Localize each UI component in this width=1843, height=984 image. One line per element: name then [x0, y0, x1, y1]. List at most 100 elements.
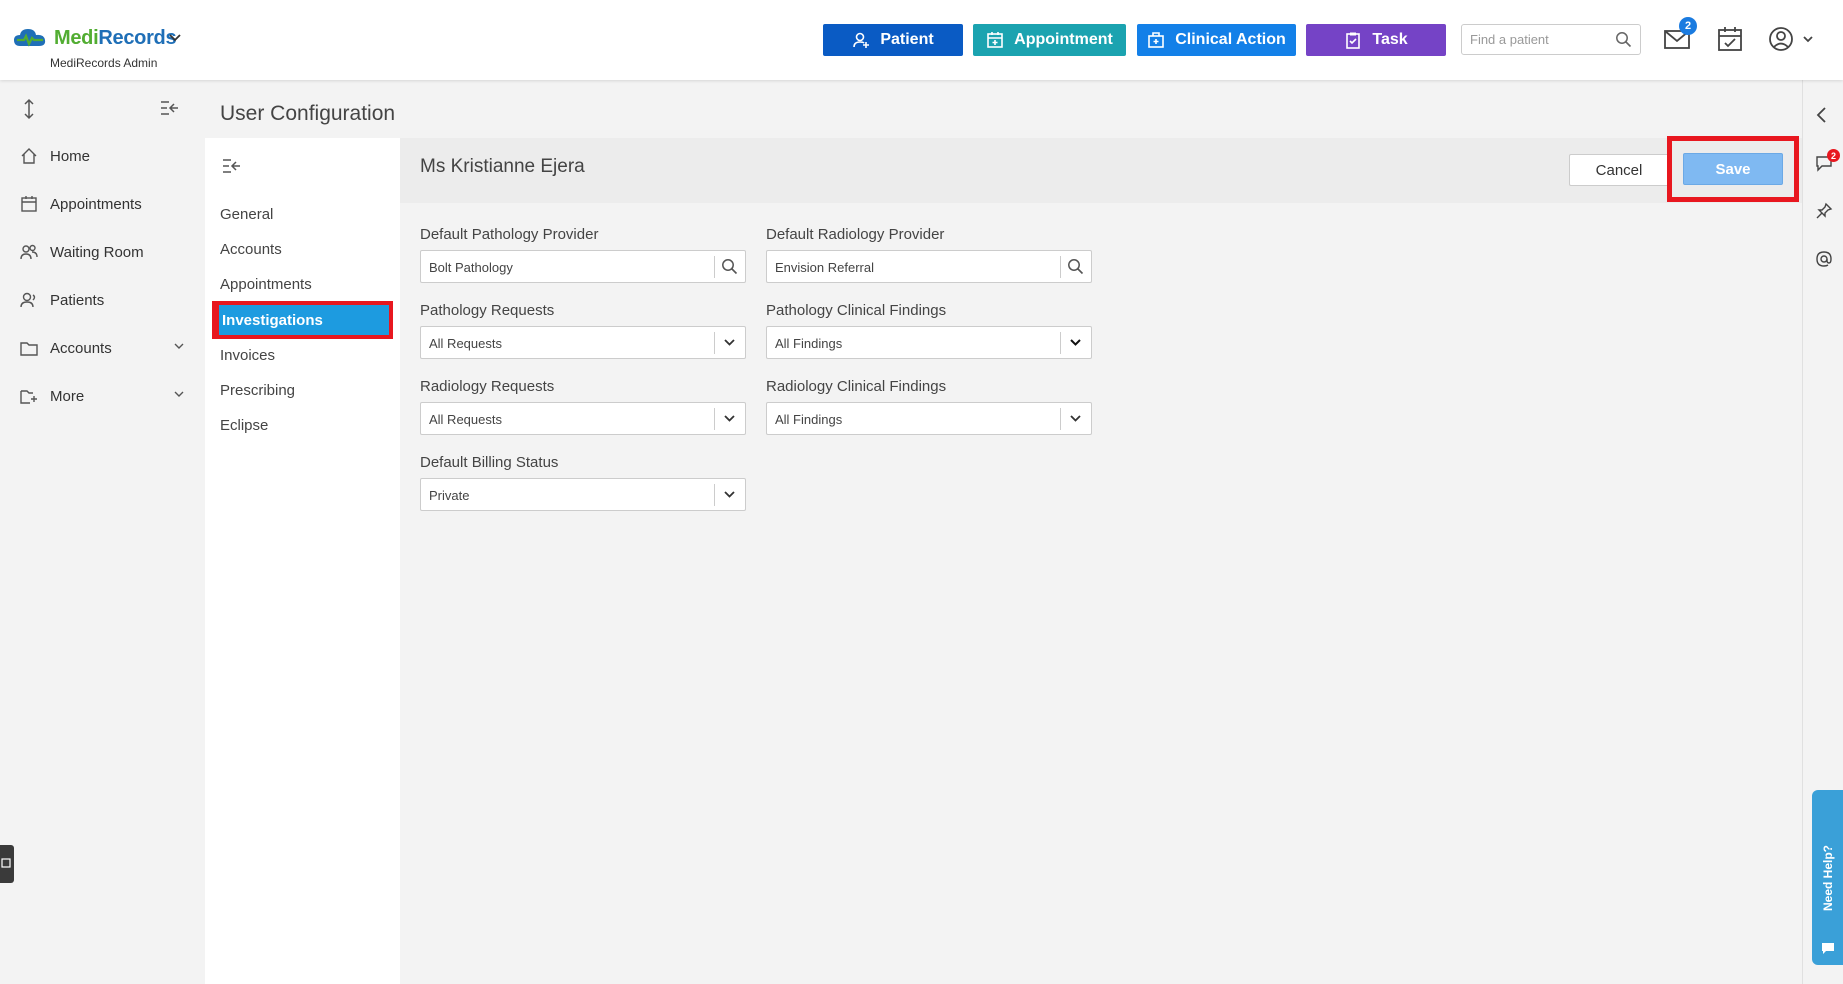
clinical-action-button[interactable]: Clinical Action — [1137, 24, 1296, 56]
config-subnav: General Accounts Appointments Investigat… — [205, 138, 400, 984]
field-value: All Requests — [429, 412, 502, 427]
chevron-down-icon[interactable] — [1069, 414, 1082, 423]
chevron-left-icon[interactable] — [1815, 106, 1829, 124]
window-icon — [1, 858, 11, 868]
subnav-item-label: Investigations — [222, 312, 323, 329]
subnav-item-prescribing[interactable]: Prescribing — [220, 382, 295, 399]
field-label: Radiology Clinical Findings — [766, 378, 947, 395]
left-navigation: Home Appointments Waiting Room Patients … — [0, 80, 200, 984]
nav-item-waiting-room[interactable]: Waiting Room — [20, 238, 185, 266]
divider — [1060, 408, 1061, 430]
pathology-provider-input[interactable]: Bolt Pathology — [420, 250, 746, 283]
user-account-icon[interactable] — [1768, 26, 1794, 52]
divider — [714, 408, 715, 430]
need-help-tab[interactable]: Need Help? — [1812, 790, 1843, 965]
radiology-clinical-findings-field: Radiology Clinical Findings All Findings — [766, 378, 1092, 435]
billing-status-select[interactable]: Private — [420, 478, 746, 511]
cancel-button[interactable]: Cancel — [1569, 154, 1669, 186]
pathology-requests-select[interactable]: All Requests — [420, 326, 746, 359]
chevron-down-icon[interactable] — [1802, 35, 1814, 44]
pathology-requests-field: Pathology Requests All Requests — [420, 302, 746, 359]
person-add-icon — [853, 32, 870, 48]
pathology-clinical-findings-field: Pathology Clinical Findings All Findings — [766, 302, 1092, 359]
pin-icon[interactable] — [1815, 202, 1833, 220]
radiology-requests-select[interactable]: All Requests — [420, 402, 746, 435]
field-value: Private — [429, 488, 470, 503]
default-radiology-provider-field: Default Radiology Provider Envision Refe… — [766, 226, 1092, 283]
task-button[interactable]: Task — [1306, 24, 1446, 56]
nav-item-label: Patients — [50, 291, 105, 309]
brand-logo[interactable]: MediRecords — [12, 26, 177, 50]
default-pathology-provider-field: Default Pathology Provider Bolt Patholog… — [420, 226, 746, 283]
home-icon — [21, 148, 37, 164]
clipboard-icon — [1346, 32, 1361, 49]
subnav-item-general[interactable]: General — [220, 206, 273, 223]
side-drawer-tab[interactable] — [0, 845, 14, 883]
nav-item-home[interactable]: Home — [20, 142, 185, 170]
save-button[interactable]: Save — [1683, 153, 1783, 185]
nav-item-label: Home — [50, 147, 91, 165]
radiology-findings-select[interactable]: All Findings — [766, 402, 1092, 435]
patient-search — [1461, 24, 1641, 55]
users-icon — [20, 244, 38, 260]
patient-button[interactable]: Patient — [823, 24, 963, 56]
nav-item-label: Accounts — [50, 339, 112, 357]
search-input[interactable] — [1462, 25, 1602, 54]
mail-badge: 2 — [1679, 17, 1697, 35]
calendar-plus-icon — [987, 32, 1003, 48]
field-label: Pathology Clinical Findings — [766, 302, 947, 319]
field-label: Default Billing Status — [420, 454, 559, 471]
chevron-down-icon[interactable] — [723, 490, 736, 499]
collapse-menu-icon[interactable] — [160, 100, 180, 116]
search-icon[interactable] — [1615, 31, 1632, 48]
nav-item-more[interactable]: More — [20, 382, 185, 410]
user-name: Ms Kristianne Ejera — [420, 156, 585, 177]
brand-subtitle: MediRecords Admin — [50, 56, 158, 70]
subnav-item-accounts[interactable]: Accounts — [220, 241, 282, 258]
nav-item-appointments[interactable]: Appointments — [20, 190, 185, 218]
save-highlight: Save — [1667, 136, 1799, 202]
divider — [714, 332, 715, 354]
subnav-item-eclipse[interactable]: Eclipse — [220, 417, 268, 434]
cloud-logo-icon — [14, 29, 46, 47]
field-label: Default Pathology Provider — [420, 226, 599, 243]
folder-icon — [20, 342, 38, 356]
divider — [1060, 332, 1061, 354]
divider — [1060, 256, 1061, 278]
field-value: All Requests — [429, 336, 502, 351]
chevron-down-icon[interactable] — [1069, 338, 1082, 347]
clinical-action-button-label: Clinical Action — [1175, 31, 1286, 48]
field-value: Envision Referral — [775, 260, 874, 275]
collapse-menu-icon[interactable] — [222, 158, 242, 174]
search-icon[interactable] — [721, 258, 738, 275]
appointment-button-label: Appointment — [1014, 31, 1113, 48]
need-help-label: Need Help? — [1820, 844, 1835, 912]
chevron-down-icon[interactable] — [723, 414, 736, 423]
at-sign-icon[interactable] — [1815, 250, 1833, 268]
field-label: Default Radiology Provider — [766, 226, 945, 243]
chevron-down-icon[interactable] — [168, 33, 182, 43]
appointment-button[interactable]: Appointment — [973, 24, 1126, 56]
field-label: Pathology Requests — [420, 302, 555, 319]
chat-bubble-icon — [1822, 943, 1834, 954]
subnav-item-appointments[interactable]: Appointments — [220, 276, 312, 293]
resize-vertical-icon[interactable] — [22, 98, 36, 120]
search-icon[interactable] — [1067, 258, 1084, 275]
chevron-down-icon[interactable] — [723, 338, 736, 347]
chevron-down-icon — [174, 391, 184, 397]
radiology-provider-input[interactable]: Envision Referral — [766, 250, 1092, 283]
subnav-item-invoices[interactable]: Invoices — [220, 347, 275, 364]
nav-item-label: Appointments — [50, 195, 142, 213]
investigations-panel: Ms Kristianne Ejera Cancel Save Default … — [400, 136, 1802, 984]
medical-bag-icon — [1148, 32, 1165, 48]
field-label: Radiology Requests — [420, 378, 555, 395]
main-area: User Configuration General Accounts Appo… — [200, 80, 1802, 984]
panel-header: Ms Kristianne Ejera Cancel Save — [400, 136, 1802, 203]
nav-item-accounts[interactable]: Accounts — [20, 334, 185, 362]
pathology-findings-select[interactable]: All Findings — [766, 326, 1092, 359]
nav-item-patients[interactable]: Patients — [20, 286, 185, 314]
calendar-check-icon[interactable] — [1717, 26, 1743, 52]
nav-item-label: More — [50, 387, 85, 405]
subnav-item-investigations[interactable]: Investigations — [212, 301, 393, 339]
top-bar: MediRecords MediRecords Admin Patient Ap… — [0, 0, 1843, 80]
